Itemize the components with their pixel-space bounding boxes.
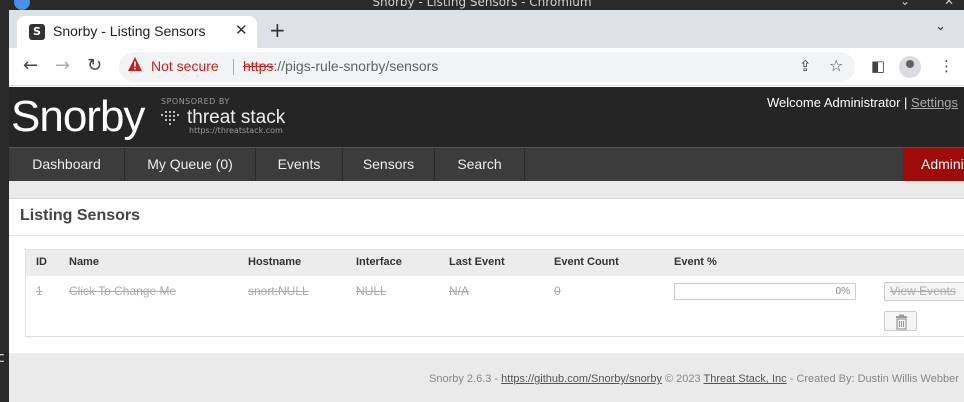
tab-snorby[interactable]: S Snorby - Listing Sensors ✕	[17, 16, 257, 48]
nav-administration[interactable]: Administration	[903, 148, 964, 181]
column-header-id: ID	[36, 256, 47, 268]
site-header: Snorby SPONSORED BY threat stack https:/…	[9, 87, 964, 147]
background-window-edge: I c	[0, 10, 9, 402]
welcome-text: Welcome Administrator | Settings	[767, 95, 958, 110]
nav-dashboard[interactable]: Dashboard	[9, 148, 125, 181]
nav-search[interactable]: Search	[435, 148, 525, 181]
bookmark-star-icon[interactable]: ☆	[829, 56, 843, 75]
sensor-last-event: N/A	[449, 284, 470, 298]
sensor-interface: NULL	[356, 284, 387, 298]
main-nav: Dashboard My Queue (0) Events Sensors Se…	[9, 147, 964, 181]
footer-version: Snorby 2.6.3 -	[429, 373, 502, 385]
tab-search-icon[interactable]: ⌄	[935, 19, 946, 34]
welcome-label: Welcome Administrator	[767, 95, 901, 110]
column-header-last-event: Last Event	[449, 256, 505, 268]
minimize-icon[interactable]: ⌄	[900, 0, 910, 8]
footer: Snorby 2.6.3 - https://github.com/Snorby…	[429, 373, 959, 385]
close-window-icon[interactable]: ✕	[944, 0, 954, 8]
settings-link[interactable]: Settings	[911, 95, 958, 110]
back-button[interactable]: ←	[23, 55, 38, 76]
snorby-favicon-icon: S	[29, 24, 45, 40]
column-header-hostname: Hostname	[248, 256, 302, 268]
tab-title: Snorby - Listing Sensors	[53, 23, 206, 39]
nav-sensors[interactable]: Sensors	[343, 148, 435, 181]
panel-divider	[9, 235, 964, 236]
edge-glyph: I	[0, 280, 1, 296]
side-panel-icon[interactable]: ◧	[871, 57, 885, 75]
view-events-button[interactable]: View Events	[884, 282, 964, 301]
window-title: Snorby - Listing Sensors - Chromium	[372, 0, 592, 9]
url-text[interactable]: https://pigs-rule-snorby/sensors	[243, 58, 438, 74]
trash-icon	[896, 314, 907, 330]
column-header-interface: Interface	[356, 256, 402, 268]
browser-window: S Snorby - Listing Sensors ✕ + ⌄ ← → ↻ N…	[9, 10, 964, 402]
omnibox-divider	[233, 59, 234, 75]
edge-glyph: c	[0, 350, 5, 366]
new-tab-button[interactable]: +	[269, 18, 286, 42]
nav-events[interactable]: Events	[256, 148, 343, 181]
sensors-table: ID Name Hostname Interface Last Event Ev…	[25, 249, 964, 337]
profile-avatar-icon[interactable]	[899, 56, 921, 78]
threatstack-link[interactable]: Threat Stack, Inc	[704, 373, 787, 385]
warning-icon[interactable]	[127, 56, 143, 72]
url-scheme: https	[243, 58, 274, 74]
browser-menu-icon[interactable]: ⋮	[939, 57, 954, 75]
github-link[interactable]: https://github.com/Snorby/snorby	[501, 373, 662, 385]
forward-button[interactable]: →	[55, 55, 70, 76]
threatstack-logo-icon	[161, 111, 179, 125]
listing-sensors-panel: Listing Sensors ID Name Hostname Interfa…	[9, 198, 964, 353]
share-icon[interactable]: ⇪	[799, 57, 812, 75]
welcome-separator: |	[900, 95, 912, 110]
table-header: ID Name Hostname Interface Last Event Ev…	[26, 250, 964, 276]
event-percent-bar: 0%	[674, 283, 856, 300]
reload-button[interactable]: ↻	[87, 55, 102, 76]
snorby-logo[interactable]: Snorby	[11, 92, 145, 142]
sensor-hostname: snort:NULL	[248, 284, 309, 298]
browser-toolbar: ← → ↻ Not secure https://pigs-rule-snorb…	[9, 48, 964, 86]
sensor-id: 1	[36, 284, 43, 298]
column-header-name: Name	[69, 256, 99, 268]
sponsored-by-label: SPONSORED BY	[161, 97, 230, 106]
sponsor-url: https://threatstack.com	[189, 126, 283, 135]
snorby-page: Snorby SPONSORED BY threat stack https:/…	[9, 87, 964, 402]
os-titlebar: Snorby - Listing Sensors - Chromium ⌄ ✕	[0, 0, 964, 10]
sensor-name[interactable]: Click To Change Me	[69, 284, 176, 298]
column-header-event-count: Event Count	[554, 256, 619, 268]
sensor-event-count: 0	[554, 284, 561, 298]
nav-my-queue[interactable]: My Queue (0)	[125, 148, 256, 181]
address-bar[interactable]: Not secure https://pigs-rule-snorby/sens…	[119, 52, 855, 82]
footer-created-by: - Created By: Dustin Willis Webber	[786, 373, 959, 385]
page-title: Listing Sensors	[20, 207, 141, 224]
footer-copyright: © 2023	[661, 373, 704, 385]
not-secure-label[interactable]: Not secure	[151, 58, 219, 74]
event-percent-label: 0%	[835, 286, 850, 297]
delete-sensor-button[interactable]	[884, 311, 917, 331]
tab-strip: S Snorby - Listing Sensors ✕ + ⌄	[9, 10, 964, 48]
tab-close-icon[interactable]: ✕	[235, 21, 248, 39]
url-rest: ://pigs-rule-snorby/sensors	[273, 58, 439, 74]
column-header-event-percent: Event %	[674, 256, 717, 268]
